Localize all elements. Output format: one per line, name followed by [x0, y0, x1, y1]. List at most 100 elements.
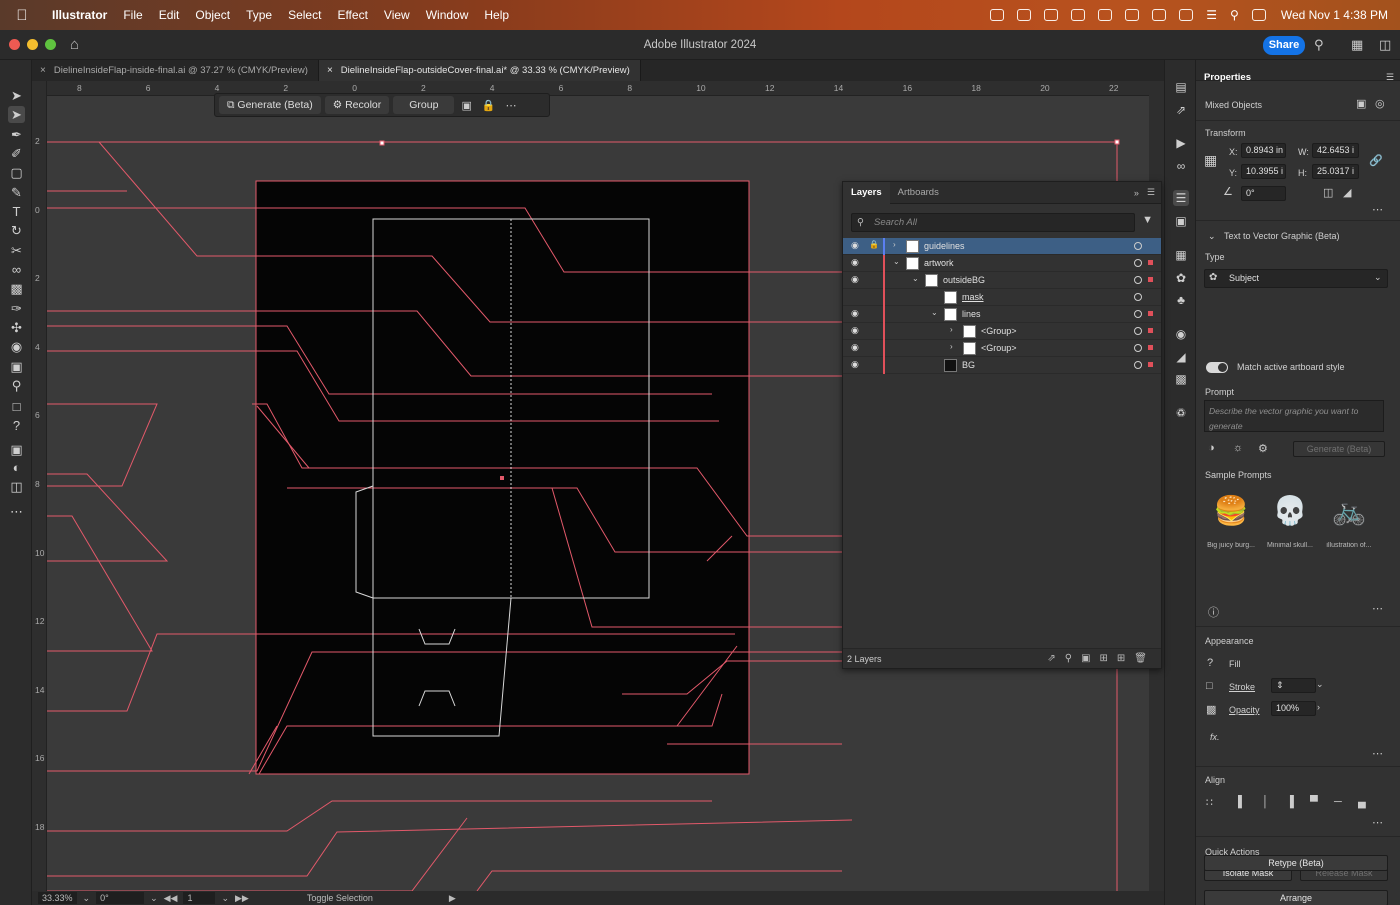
horizontal-ruler[interactable]: 8 6 4 2 0 2 4 6 8 10 12 14 16 18 20 22 — [47, 81, 1149, 96]
align-to-icon[interactable]: ∷ — [1206, 796, 1213, 809]
status-menu-icon[interactable]: ▶ — [449, 893, 456, 904]
properties-title[interactable]: Properties — [1204, 72, 1251, 83]
rotate-field[interactable]: 0° — [96, 892, 145, 904]
menu-window[interactable]: Window — [418, 8, 477, 22]
close-window-button[interactable] — [9, 39, 20, 50]
paintbrush-tool-icon[interactable]: ✎ — [8, 184, 25, 201]
filter-icon[interactable]: ▼ — [1142, 214, 1153, 226]
collapse-panel-icon[interactable]: » — [1134, 188, 1139, 198]
target-circle-icon[interactable] — [1134, 327, 1142, 335]
lock-icon[interactable]: 🔒 — [479, 99, 499, 112]
more-options-icon[interactable]: ⋯ — [1372, 602, 1383, 615]
locate-object-icon[interactable]: ⚲ — [1065, 653, 1072, 664]
layer-row[interactable]: ◉ ⌄ lines — [843, 306, 1161, 323]
expand-caret-icon[interactable]: ⌄ — [893, 257, 900, 266]
stroke-label[interactable]: Stroke — [1229, 682, 1255, 692]
more-options-icon[interactable]: ⋯ — [1372, 816, 1383, 829]
visibility-eye-icon[interactable]: ◉ — [851, 274, 859, 285]
effects-icon[interactable]: ☼ — [1233, 442, 1243, 454]
draw-mode-icon[interactable]: ◐ — [8, 459, 25, 476]
rotate-tool-icon[interactable]: ↻ — [8, 222, 25, 239]
zoom-window-button[interactable] — [45, 39, 56, 50]
search-icon[interactable]: ⚲ — [1314, 37, 1324, 53]
menu-app[interactable]: Illustrator — [44, 8, 115, 22]
selection-square-icon[interactable] — [1148, 260, 1153, 265]
share-button[interactable]: Share — [1263, 36, 1305, 55]
recolor-button[interactable]: ⚙ Recolor — [324, 96, 390, 114]
artboards-icon[interactable]: ▣ — [1173, 213, 1189, 229]
gradient-tool-icon[interactable]: ▩ — [8, 280, 25, 297]
h-field[interactable]: 25.0317 i — [1312, 164, 1359, 179]
close-tab-icon[interactable]: × — [40, 65, 46, 76]
panel-menu-icon[interactable]: ☰ — [1147, 187, 1155, 198]
menu-effect[interactable]: Effect — [329, 8, 375, 22]
vertical-ruler[interactable]: 2 0 2 4 6 8 10 12 14 16 18 — [32, 81, 47, 891]
artboard-dropdown-icon[interactable]: ⌄ — [221, 893, 229, 904]
target-circle-icon[interactable] — [1134, 293, 1142, 301]
stroke-dropdown-icon[interactable]: ⌄ — [1316, 679, 1324, 690]
shape-builder-tool-icon[interactable]: ◉ — [8, 338, 25, 355]
info-icon[interactable]: ⓘ — [1208, 604, 1219, 620]
layer-row[interactable]: ◉ 🔒 › guidelines — [843, 238, 1161, 255]
expand-caret-icon[interactable]: ⌄ — [931, 308, 938, 317]
more-options-icon[interactable]: ⋯ — [1372, 747, 1383, 760]
opacity-field[interactable]: 100% — [1271, 701, 1316, 716]
menu-help[interactable]: Help — [476, 8, 517, 22]
visibility-eye-icon[interactable]: ◉ — [851, 325, 859, 336]
target-circle-icon[interactable] — [1134, 242, 1142, 250]
edit-mask-icon[interactable]: ▣ — [1356, 97, 1366, 110]
export-selection-icon[interactable]: ⇗ — [1047, 653, 1055, 664]
selection-square-icon[interactable] — [1148, 328, 1153, 333]
expand-caret-icon[interactable]: ⌄ — [912, 274, 919, 283]
layer-row[interactable]: ◉ ⌄ artwork — [843, 255, 1161, 272]
layer-row[interactable]: ◉ ⌄ outsideBG — [843, 272, 1161, 289]
align-center-h-icon[interactable]: │ — [1262, 796, 1269, 808]
control-center-icon[interactable] — [1251, 9, 1266, 21]
status-cloud-icon[interactable] — [1044, 9, 1059, 21]
home-icon[interactable]: ⌂ — [70, 36, 79, 53]
collapse-section-icon[interactable]: ⌄ — [1208, 231, 1216, 242]
selection-square-icon[interactable] — [1148, 345, 1153, 350]
layer-name[interactable]: artwork — [924, 258, 954, 268]
export-icon[interactable]: ⇗ — [1173, 102, 1189, 118]
workspace-icon[interactable]: ▦ — [1351, 37, 1363, 53]
artboard-number-field[interactable]: 1 — [183, 892, 216, 904]
type-select[interactable]: Subject — [1204, 269, 1388, 288]
layer-name[interactable]: <Group> — [981, 343, 1017, 353]
lock-icon[interactable]: 🔒 — [869, 240, 879, 249]
visibility-eye-icon[interactable]: ◉ — [851, 240, 859, 251]
target-circle-icon[interactable] — [1134, 276, 1142, 284]
wifi-icon[interactable]: ☰ — [1206, 8, 1217, 22]
symbols-icon[interactable]: ♣ — [1173, 292, 1189, 308]
more-tools-icon[interactable]: ⋯ — [8, 503, 25, 520]
next-artboard-icon[interactable]: ▶▶ — [235, 893, 249, 904]
menu-clock[interactable]: Wed Nov 1 4:38 PM — [1281, 8, 1388, 22]
curvature-tool-icon[interactable]: ✐ — [8, 145, 25, 162]
menu-edit[interactable]: Edit — [151, 8, 188, 22]
generate-beta-button[interactable]: ⧉ Generate (Beta) — [219, 96, 321, 114]
status-display-icon[interactable] — [1125, 9, 1140, 21]
color-guide-icon[interactable]: ◢ — [1173, 349, 1189, 365]
target-icon[interactable]: ◎ — [1375, 97, 1385, 110]
more-options-icon[interactable]: ⋯ — [1372, 203, 1383, 216]
new-layer-icon[interactable]: ⊞ — [1117, 653, 1125, 664]
style-picker-icon[interactable]: ◑ — [1208, 442, 1215, 454]
sample-prompt-burger[interactable]: 🍔 Big juicy burg... — [1207, 490, 1255, 550]
opacity-label[interactable]: Opacity — [1229, 705, 1260, 715]
lasso-tool-icon[interactable]: ∞ — [8, 261, 25, 278]
angle-field[interactable]: 0° — [1241, 186, 1286, 201]
tab-inside-final[interactable]: × DielineInsideFlap-inside-final.ai @ 37… — [32, 60, 319, 81]
menu-object[interactable]: Object — [187, 8, 238, 22]
gradient-panel-icon[interactable]: ▩ — [1173, 371, 1189, 387]
pen-tool-icon[interactable]: ✒ — [8, 126, 25, 143]
align-right-icon[interactable]: ▐ — [1286, 796, 1294, 808]
tab-artboards[interactable]: Artboards — [890, 182, 947, 204]
align-top-icon[interactable]: ▀ — [1310, 796, 1318, 808]
reference-point-icon[interactable]: ▦ — [1204, 152, 1217, 169]
opacity-icon[interactable]: ▩ — [1206, 703, 1216, 716]
rectangle-tool-icon[interactable]: ▢ — [8, 164, 25, 181]
generate-beta-prop-button[interactable]: Generate (Beta) — [1293, 441, 1385, 457]
minimize-window-button[interactable] — [27, 39, 38, 50]
settings-gear-icon[interactable]: ⚙ — [1258, 442, 1268, 455]
selection-square-icon[interactable] — [1148, 362, 1153, 367]
